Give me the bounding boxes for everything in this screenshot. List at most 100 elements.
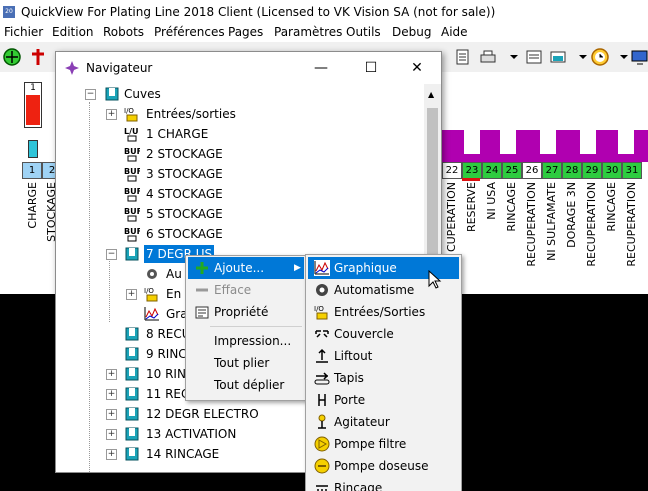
tank-24[interactable]: 24 — [482, 162, 502, 179]
gear-icon — [314, 282, 330, 298]
tank-label: DORAGE 3N — [565, 182, 578, 248]
expand-icon[interactable]: + — [106, 429, 117, 440]
tank-label: RINCAGE — [505, 182, 518, 232]
navigator-title-bar: Navigateur — ☐ ✕ — [56, 52, 441, 84]
load-unload-icon: L/U — [124, 126, 140, 142]
submenu-item-rincage[interactable]: Rincage — [308, 477, 459, 491]
tree-node-graphique[interactable]: Gra — [126, 304, 188, 324]
tank-30[interactable]: 30 — [602, 162, 622, 179]
buffer-icon: BUF — [124, 226, 142, 242]
clock-icon[interactable] — [590, 47, 610, 67]
agitator-icon — [314, 414, 330, 430]
menu-item-efface[interactable]: Efface — [188, 279, 304, 301]
tank-icon — [124, 346, 140, 362]
expand-icon[interactable]: + — [126, 289, 137, 300]
svg-text:I/O: I/O — [144, 287, 154, 295]
tree-node-6-stockage[interactable]: BUF 6 STOCKAGE — [106, 224, 246, 244]
tank-view-icon[interactable] — [548, 47, 568, 67]
submenu-item-tapis[interactable]: Tapis — [308, 367, 459, 389]
list-icon[interactable] — [524, 47, 544, 67]
menu-fichier[interactable]: Fichier — [4, 25, 43, 39]
menu-item-impression[interactable]: Impression... — [188, 330, 304, 352]
tank-22[interactable]: 22 — [442, 162, 462, 179]
svg-text:BUF: BUF — [124, 187, 140, 196]
tree-node-4-stockage[interactable]: BUF 4 STOCKAGE — [106, 184, 246, 204]
menu-item-tout-deplier[interactable]: Tout déplier — [188, 374, 304, 396]
dropdown-arrow-icon[interactable] — [504, 47, 524, 67]
tree-node-12-degr-electro[interactable]: + 12 DEGR ELECTRO — [106, 404, 266, 424]
tank-icon — [124, 426, 140, 442]
document-icon[interactable] — [452, 47, 472, 67]
dosing-pump-icon — [314, 458, 330, 474]
connect-icon[interactable] — [2, 47, 22, 67]
submenu-item-agitateur[interactable]: Agitateur — [308, 411, 459, 433]
tank-26[interactable]: 26 — [522, 162, 542, 179]
tank-label: RESERVE — [465, 182, 478, 233]
liftout-icon — [314, 348, 330, 364]
tank-1[interactable]: 1 — [22, 162, 42, 179]
menu-edition[interactable]: Edition — [52, 25, 94, 39]
menu-debug[interactable]: Debug — [392, 25, 431, 39]
rinse-icon — [314, 480, 330, 491]
scroll-up-icon[interactable]: ▲ — [428, 90, 434, 99]
tree-node-1-charge[interactable]: L/U 1 CHARGE — [106, 124, 246, 144]
tree-node-2-stockage[interactable]: BUF 2 STOCKAGE — [106, 144, 246, 164]
menu-parametres[interactable]: Paramètres — [274, 25, 342, 39]
minimize-button[interactable]: — — [306, 56, 336, 80]
menu-aide[interactable]: Aide — [441, 25, 468, 39]
app-icon: 20 — [3, 6, 15, 18]
menu-preferences[interactable]: Préférences — [154, 25, 225, 39]
print-icon[interactable] — [478, 47, 498, 67]
tree-node-automatisme[interactable]: Au — [126, 264, 186, 284]
menu-outils[interactable]: Outils — [346, 25, 381, 39]
tree-node-13-activation[interactable]: + 13 ACTIVATION — [106, 424, 266, 444]
tank-icon — [124, 386, 140, 402]
tank-label: CHARGE — [26, 182, 39, 229]
menu-item-tout-plier[interactable]: Tout plier — [188, 352, 304, 374]
cover-icon — [314, 326, 330, 342]
door-icon — [314, 392, 330, 408]
submenu-item-liftout[interactable]: Liftout — [308, 345, 459, 367]
tree-node-entrees[interactable]: + I/O En — [126, 284, 186, 304]
submenu-item-entrees-sorties[interactable]: I/O Entrées/Sorties — [308, 301, 459, 323]
tank-27[interactable]: 27 — [542, 162, 562, 179]
tree-node-cuves[interactable]: − Cuves — [85, 84, 186, 104]
robot-icon[interactable] — [28, 47, 48, 67]
tank-25[interactable]: 25 — [502, 162, 522, 179]
tree-node-3-stockage[interactable]: BUF 3 STOCKAGE — [106, 164, 246, 184]
expand-icon[interactable]: + — [106, 389, 117, 400]
menu-bar: Fichier Edition Robots Préférences Pages… — [0, 24, 648, 42]
tank-28[interactable]: 28 — [562, 162, 582, 179]
io-icon: I/O — [144, 286, 160, 302]
expand-icon[interactable]: + — [106, 109, 117, 120]
tank-23[interactable]: 23 — [462, 162, 482, 179]
submenu-item-pompe-doseuse[interactable]: Pompe doseuse — [308, 455, 459, 477]
submenu-item-couvercle[interactable]: Couvercle — [308, 323, 459, 345]
collapse-icon[interactable]: − — [85, 89, 96, 100]
tank-31[interactable]: 31 — [622, 162, 642, 179]
tree-node-5-stockage[interactable]: BUF 5 STOCKAGE — [106, 204, 246, 224]
close-button[interactable]: ✕ — [402, 56, 432, 80]
menu-pages[interactable]: Pages — [228, 25, 263, 39]
navigator-title: Navigateur — [86, 61, 153, 75]
load-indicator — [28, 140, 38, 158]
tree-node-io[interactable]: + I/O Entrées/sorties — [106, 104, 246, 124]
menu-item-ajoute[interactable]: Ajoute... ▶ — [188, 257, 304, 279]
expand-icon[interactable]: + — [106, 369, 117, 380]
monitor-icon[interactable] — [630, 47, 648, 67]
submenu-item-pompe-filtre[interactable]: Pompe filtre — [308, 433, 459, 455]
menu-item-propriete[interactable]: Propriété — [188, 301, 304, 323]
tank-29[interactable]: 29 — [582, 162, 602, 179]
properties-icon — [194, 304, 210, 320]
buffer-icon: BUF — [124, 166, 142, 182]
maximize-button[interactable]: ☐ — [356, 56, 386, 80]
tank-icon — [124, 246, 140, 262]
menu-robots[interactable]: Robots — [103, 25, 144, 39]
collapse-icon[interactable]: − — [106, 249, 117, 260]
tree-node-14-rincage[interactable]: + 14 RINCAGE — [106, 444, 266, 464]
expand-icon[interactable]: + — [106, 449, 117, 460]
gear-icon — [144, 266, 160, 282]
expand-icon[interactable]: + — [106, 409, 117, 420]
scroll-thumb[interactable] — [427, 108, 438, 268]
submenu-item-porte[interactable]: Porte — [308, 389, 459, 411]
